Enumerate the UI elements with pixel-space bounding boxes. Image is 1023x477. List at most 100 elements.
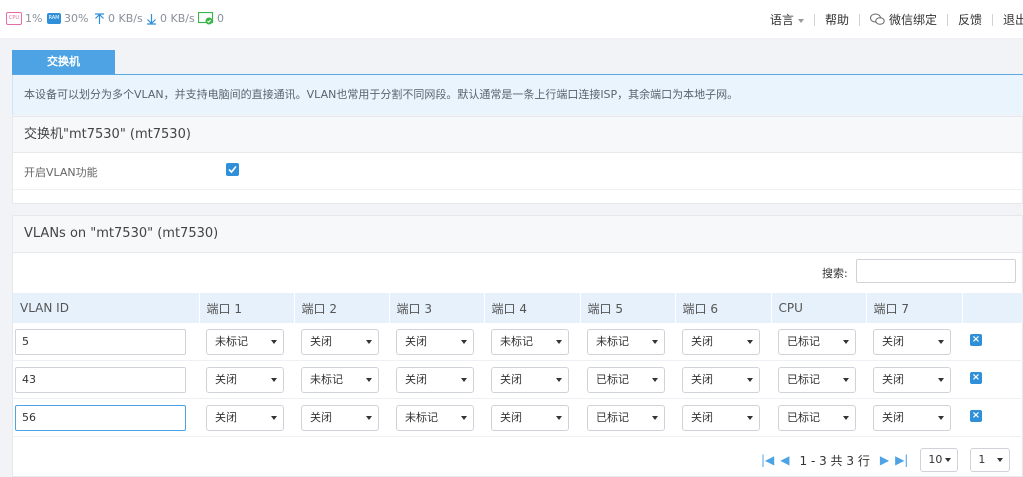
column-header: CPU (771, 293, 867, 323)
dropdown-arrow-icon (747, 416, 753, 420)
dropdown-arrow-icon (938, 340, 944, 344)
port-select[interactable]: 关闭 (396, 329, 474, 355)
vlan-id-input[interactable]: 5 (15, 329, 186, 355)
dropdown-arrow-icon (366, 378, 372, 382)
port-select[interactable]: 已标记 (587, 367, 665, 393)
dropdown-arrow-icon (652, 378, 658, 382)
top-status-bar: CPU 1% RAM 30% 0 KB/s 0 KB/s 0 语言 帮助 微信绑… (0, 0, 1023, 39)
help-link[interactable]: 帮助 (825, 11, 849, 28)
pagination: |◀ ◀ 1 - 3 共 3 行 ▶ ▶| 10 1 (761, 448, 1011, 472)
port-select-value: 未标记 (215, 335, 248, 348)
port-select[interactable]: 关闭 (491, 405, 569, 431)
port-select-value: 关闭 (405, 373, 427, 386)
port-select[interactable]: 未标记 (301, 367, 379, 393)
download-speed: 0 KB/s (146, 12, 195, 25)
upload-speed: 0 KB/s (94, 12, 143, 25)
port-select-value: 已标记 (787, 411, 820, 424)
ram-value: 30% (64, 12, 89, 25)
port-select[interactable]: 未标记 (587, 329, 665, 355)
tab-switch[interactable]: 交换机 (12, 50, 115, 74)
dropdown-arrow-icon (938, 416, 944, 420)
dropdown-arrow-icon (843, 378, 849, 382)
port-select[interactable]: 已标记 (587, 405, 665, 431)
port-select-value: 关闭 (691, 411, 713, 424)
dropdown-arrow-icon (556, 340, 562, 344)
dropdown-arrow-icon (938, 378, 944, 382)
wechat-bind-label: 微信绑定 (888, 13, 937, 27)
table-row: 43 关闭 未标记 关闭 关闭 已标记 关闭 已标记 关闭 × (13, 360, 1023, 399)
port-select-value: 已标记 (787, 335, 820, 348)
connected-clients: 0 (198, 12, 224, 25)
vlan-id-input[interactable]: 43 (15, 367, 186, 393)
port-select-value: 关闭 (500, 373, 522, 386)
delete-row-icon[interactable]: × (970, 372, 982, 384)
port-select[interactable]: 关闭 (491, 367, 569, 393)
port-select-value: 关闭 (882, 335, 904, 348)
port-select[interactable]: 关闭 (873, 405, 951, 431)
port-select[interactable]: 关闭 (682, 367, 760, 393)
dropdown-arrow-icon (366, 340, 372, 344)
first-page-icon[interactable]: |◀ (761, 453, 774, 467)
pagination-info: 1 - 3 共 3 行 (799, 453, 870, 468)
port-select[interactable]: 关闭 (396, 367, 474, 393)
chevron-down-icon (797, 18, 804, 23)
column-header: 端口 5 (580, 293, 676, 323)
port-select[interactable]: 关闭 (682, 329, 760, 355)
logout-link[interactable]: 退出 (1003, 11, 1023, 28)
column-header: 端口 7 (866, 293, 963, 323)
port-select[interactable]: 关闭 (301, 329, 379, 355)
vlan-table-card: VLANs on "mt7530" (mt7530) 搜索: VLAN ID 端… (12, 215, 1023, 477)
port-select[interactable]: 关闭 (873, 367, 951, 393)
feedback-link[interactable]: 反馈 (958, 11, 982, 28)
enable-vlan-checkbox[interactable] (226, 163, 239, 176)
page-number-value: 1 (978, 453, 986, 466)
wechat-bind-link[interactable]: 微信绑定 (869, 11, 937, 28)
cpu-port-select[interactable]: 已标记 (778, 405, 856, 431)
enable-vlan-row: 开启VLAN功能 (13, 153, 1022, 190)
delete-row-icon[interactable]: × (970, 410, 982, 422)
download-value: 0 KB/s (160, 12, 195, 25)
port-select[interactable]: 未标记 (396, 405, 474, 431)
port-select-value: 关闭 (215, 373, 237, 386)
port-select-value: 关闭 (405, 335, 427, 348)
dropdown-arrow-icon (652, 340, 658, 344)
port-select[interactable]: 关闭 (206, 367, 284, 393)
port-select-value: 未标记 (596, 335, 629, 348)
port-select-value: 关闭 (882, 373, 904, 386)
port-select[interactable]: 关闭 (682, 405, 760, 431)
dropdown-arrow-icon (652, 416, 658, 420)
column-header: 端口 1 (199, 293, 295, 323)
divider (858, 13, 860, 26)
next-page-icon[interactable]: ▶ (880, 453, 889, 467)
dropdown-arrow-icon (366, 416, 372, 420)
port-select[interactable]: 关闭 (206, 405, 284, 431)
language-menu[interactable]: 语言 (770, 11, 804, 28)
wechat-icon (869, 13, 885, 25)
page-size-value: 10 (928, 453, 943, 466)
switch-section-title: 交换机"mt7530" (mt7530) (13, 117, 1022, 153)
dropdown-arrow-icon (271, 340, 277, 344)
dropdown-arrow-icon (461, 340, 467, 344)
port-select[interactable]: 关闭 (873, 329, 951, 355)
cpu-port-select[interactable]: 已标记 (778, 367, 856, 393)
port-select-value: 未标记 (405, 411, 438, 424)
delete-row-icon[interactable]: × (970, 334, 982, 346)
port-select-value: 未标记 (500, 335, 533, 348)
table-row: 56 关闭 关闭 未标记 关闭 已标记 关闭 已标记 关闭 × (13, 398, 1023, 437)
page-number-select[interactable]: 1 (970, 448, 1011, 472)
port-select[interactable]: 未标记 (206, 329, 284, 355)
ram-usage: RAM 30% (47, 12, 88, 25)
cpu-port-select[interactable]: 已标记 (778, 329, 856, 355)
page-size-select[interactable]: 10 (920, 448, 959, 472)
port-select-value: 关闭 (500, 411, 522, 424)
port-select-value: 关闭 (691, 373, 713, 386)
dropdown-arrow-icon (556, 378, 562, 382)
port-select[interactable]: 未标记 (491, 329, 569, 355)
search-input[interactable] (856, 259, 1016, 283)
dropdown-arrow-icon (843, 416, 849, 420)
port-select[interactable]: 关闭 (301, 405, 379, 431)
cpu-value: 1% (25, 12, 43, 25)
vlan-id-input[interactable]: 56 (15, 405, 186, 431)
last-page-icon[interactable]: ▶| (895, 453, 908, 467)
prev-page-icon[interactable]: ◀ (780, 453, 789, 467)
